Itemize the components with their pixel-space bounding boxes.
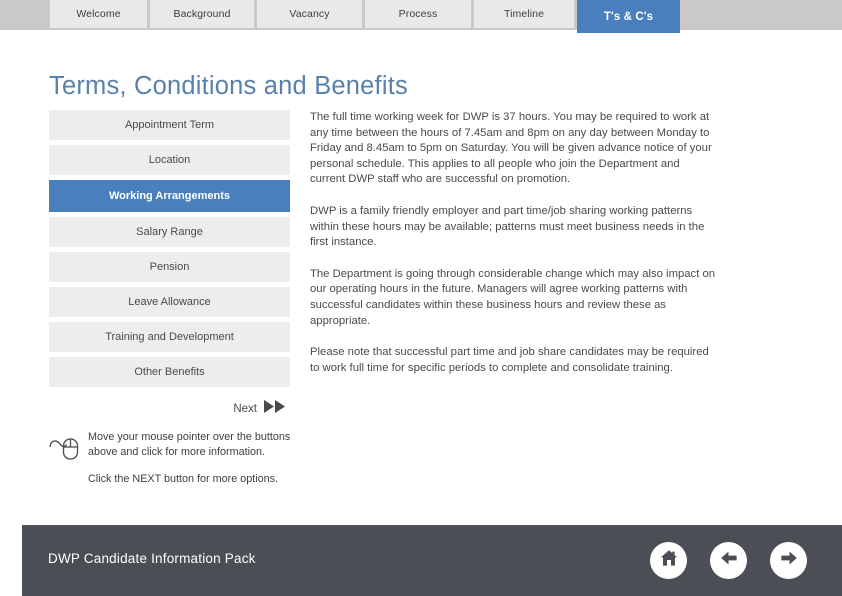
menu-item-label: Salary Range	[136, 226, 203, 238]
tab-vacancy[interactable]: Vacancy	[257, 0, 362, 28]
tab-process[interactable]: Process	[365, 0, 471, 28]
arrow-right-icon	[778, 547, 800, 574]
footer-navigation	[650, 542, 807, 579]
tab-terms-and-conditions[interactable]: T's & C's	[577, 0, 680, 33]
menu-item-leave-allowance[interactable]: Leave Allowance	[49, 287, 290, 317]
instructions-line-2: Click the NEXT button for more options.	[88, 473, 279, 486]
mouse-icon	[48, 430, 86, 468]
menu-item-training-and-development[interactable]: Training and Development	[49, 322, 290, 352]
menu-item-label: Leave Allowance	[128, 296, 211, 308]
instructions-line-1: Move your mouse pointer over the buttons…	[88, 431, 291, 458]
content-panel: The full time working week for DWP is 37…	[310, 110, 715, 392]
home-icon	[658, 547, 680, 574]
menu-item-other-benefits[interactable]: Other Benefits	[49, 357, 290, 387]
tab-timeline[interactable]: Timeline	[474, 0, 574, 28]
content-paragraph: Please note that successful part time an…	[310, 346, 709, 374]
topic-menu: Appointment Term Location Working Arrang…	[49, 110, 290, 392]
arrow-left-icon	[718, 547, 740, 574]
tab-label: Timeline	[503, 8, 545, 20]
menu-item-label: Appointment Term	[124, 119, 215, 131]
content-paragraph: The Department is going through consider…	[310, 267, 716, 327]
tab-background[interactable]: Background	[150, 0, 254, 28]
tab-label: Background	[173, 8, 231, 20]
tab-label: Welcome	[76, 8, 121, 20]
double-chevron-right-icon	[264, 400, 290, 418]
menu-item-label: Location	[148, 154, 191, 166]
footer-title: DWP Candidate Information Pack	[48, 551, 256, 566]
instructions-block: Move your mouse pointer over the buttons…	[48, 430, 298, 487]
instructions-text: Move your mouse pointer over the buttons…	[86, 430, 298, 487]
home-button[interactable]	[650, 542, 687, 579]
content-paragraph: DWP is a family friendly employer and pa…	[310, 204, 705, 249]
tab-label: T's & C's	[603, 10, 654, 23]
menu-item-label: Other Benefits	[134, 366, 205, 378]
menu-item-working-arrangements[interactable]: Working Arrangements	[49, 180, 290, 212]
forward-button[interactable]	[770, 542, 807, 579]
tab-label: Vacancy	[289, 8, 330, 20]
footer-bar: DWP Candidate Information Pack	[22, 525, 842, 596]
menu-item-location[interactable]: Location	[49, 145, 290, 175]
page-title: Terms, Conditions and Benefits	[49, 72, 408, 100]
next-label: Next	[233, 403, 257, 415]
menu-item-label: Training and Development	[105, 331, 234, 343]
menu-item-appointment-term[interactable]: Appointment Term	[49, 110, 290, 140]
next-button[interactable]: Next	[160, 400, 290, 418]
tab-welcome[interactable]: Welcome	[50, 0, 147, 28]
menu-item-label: Working Arrangements	[108, 190, 231, 202]
menu-item-label: Pension	[149, 261, 190, 273]
menu-item-salary-range[interactable]: Salary Range	[49, 217, 290, 247]
main-tabs: Welcome Background Vacancy Process Timel…	[50, 0, 680, 33]
menu-item-pension[interactable]: Pension	[49, 252, 290, 282]
back-button[interactable]	[710, 542, 747, 579]
content-paragraph: The full time working week for DWP is 37…	[310, 111, 712, 186]
tab-label: Process	[398, 8, 438, 20]
